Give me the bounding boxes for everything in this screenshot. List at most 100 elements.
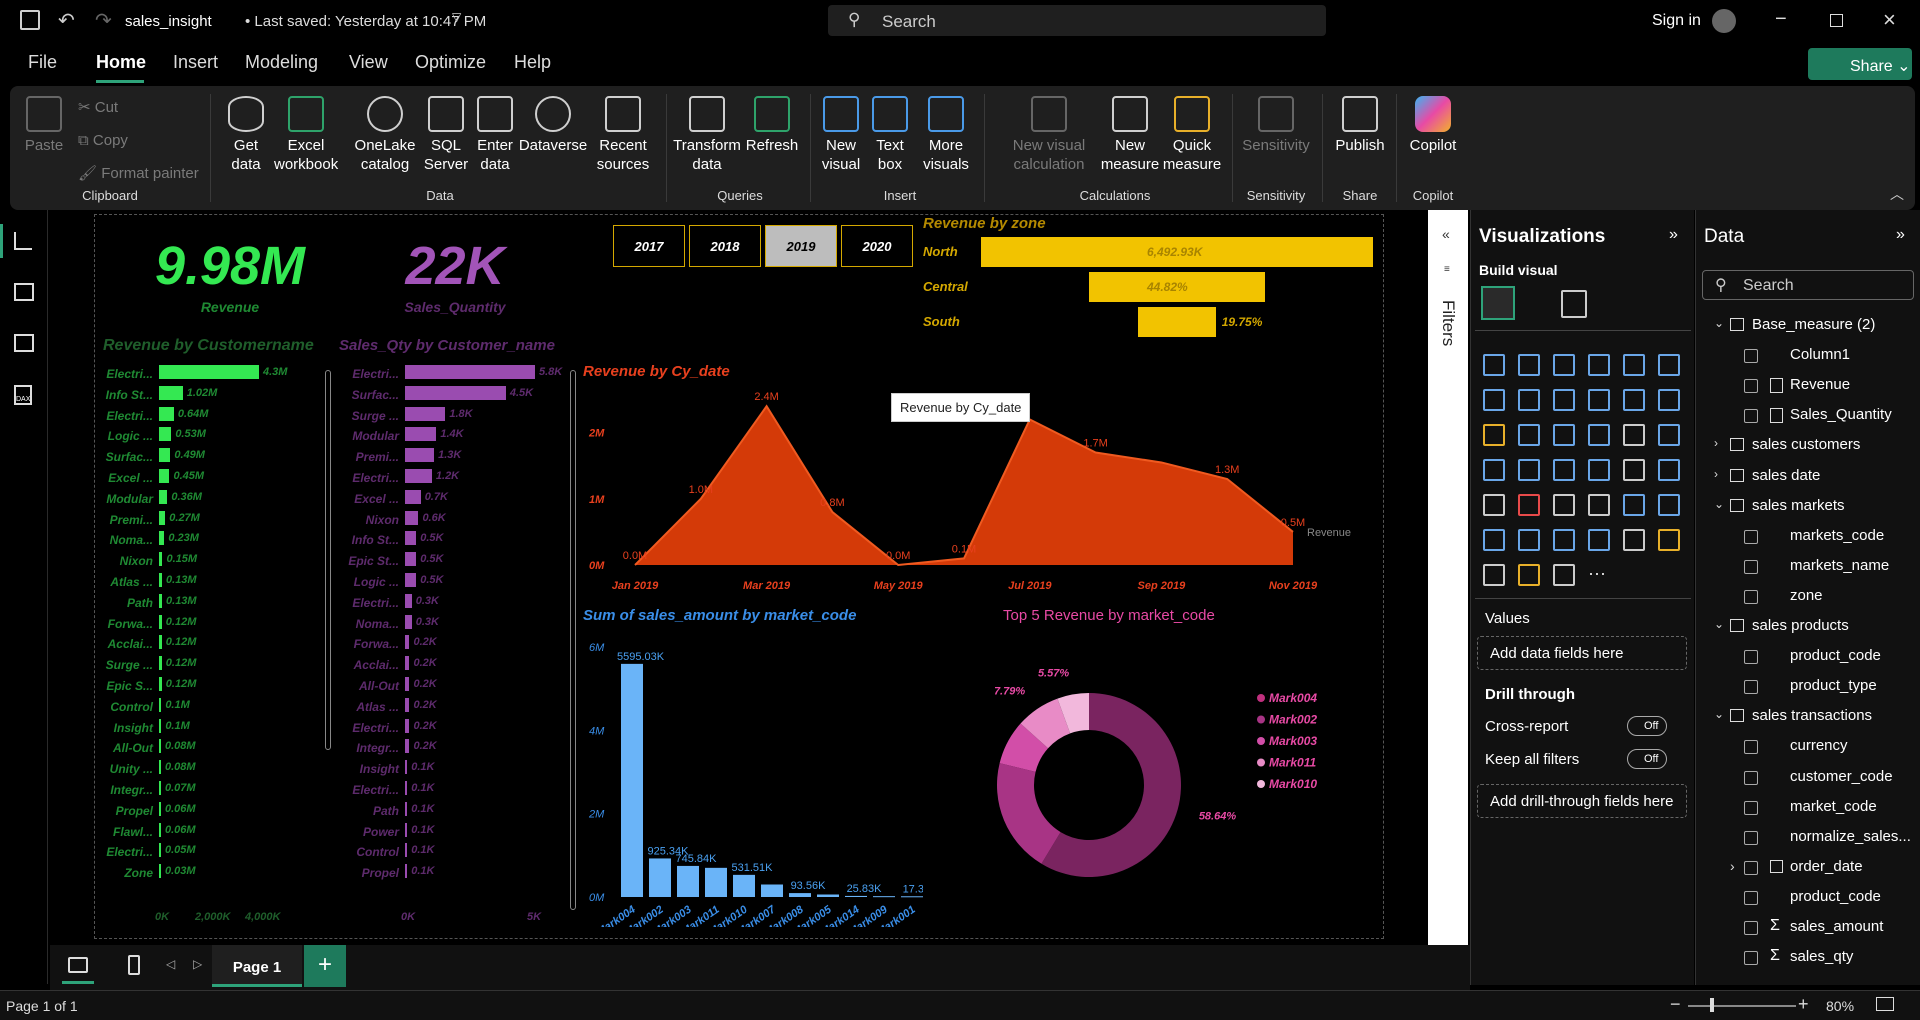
bar[interactable] <box>405 739 410 754</box>
slicer-icon[interactable] <box>1553 494 1575 516</box>
bar[interactable] <box>705 867 727 897</box>
multi-row-card-icon[interactable] <box>1483 494 1505 516</box>
bar[interactable] <box>405 593 412 608</box>
bar[interactable] <box>405 760 408 775</box>
data-field-row[interactable]: Σsales_amount <box>1696 916 1916 942</box>
data-field-row[interactable]: markets_name <box>1696 555 1916 581</box>
add-page-button[interactable]: + <box>304 945 346 987</box>
data-field-row[interactable]: Revenue <box>1696 374 1916 400</box>
bar[interactable] <box>159 614 162 629</box>
menu-help[interactable]: Help <box>514 52 551 73</box>
keep-filters-toggle[interactable]: Off <box>1627 749 1667 769</box>
more-visuals-button[interactable]: More visuals <box>918 96 974 174</box>
bar[interactable] <box>159 406 174 421</box>
data-field-row[interactable]: normalize_sales... <box>1696 826 1916 852</box>
menu-view[interactable]: View <box>349 52 388 73</box>
line-chart-icon[interactable] <box>1483 389 1505 411</box>
fit-to-page-icon[interactable] <box>1876 997 1894 1011</box>
clustered-bar-chart-icon[interactable] <box>1553 354 1575 376</box>
field-checkbox[interactable] <box>1744 800 1758 815</box>
bar[interactable] <box>405 801 408 816</box>
transform-data-button[interactable]: Transform data <box>672 96 742 174</box>
matrix-icon[interactable] <box>1623 494 1645 516</box>
sign-in-link[interactable]: Sign in <box>1652 12 1701 30</box>
card-icon[interactable] <box>1658 459 1680 481</box>
publish-button[interactable]: Publish <box>1328 96 1392 155</box>
bar[interactable] <box>405 552 417 567</box>
zoom-slider[interactable] <box>1688 1005 1796 1007</box>
python-visual-icon[interactable] <box>1483 529 1505 551</box>
copilot-button[interactable]: Copilot <box>1400 96 1466 155</box>
expand-filters-icon[interactable]: « <box>1442 226 1450 242</box>
chevron-down-icon[interactable]: ⌄ <box>1714 316 1724 330</box>
data-field-row[interactable]: Σsales_qty <box>1696 946 1916 972</box>
bar[interactable] <box>873 896 895 898</box>
legend-entry[interactable]: Mark011 <box>1269 756 1316 770</box>
field-checkbox[interactable] <box>1744 559 1758 574</box>
new-visual-calculation-button[interactable]: New visual calculation <box>1004 96 1094 174</box>
undo-icon[interactable]: ↶ <box>58 8 75 33</box>
collapse-ribbon-icon[interactable]: ︿ <box>1890 184 1904 204</box>
redo-icon[interactable]: ↷ <box>95 8 112 33</box>
data-table-row[interactable]: › sales customers <box>1696 434 1916 460</box>
bar[interactable] <box>405 469 432 483</box>
bar[interactable] <box>405 718 410 733</box>
data-field-row[interactable]: › order_date <box>1696 856 1916 882</box>
data-field-row[interactable]: market_code <box>1696 796 1916 822</box>
text-box-button[interactable]: Text box <box>870 96 910 174</box>
copy-button[interactable]: ⧉ Copy <box>78 131 128 150</box>
menu-home[interactable]: Home <box>96 52 146 73</box>
scrollbar[interactable] <box>325 370 331 750</box>
waterfall-icon[interactable] <box>1518 424 1540 446</box>
gauge-icon[interactable] <box>1623 459 1645 481</box>
bar[interactable] <box>405 489 421 504</box>
bar[interactable] <box>405 635 410 650</box>
key-influencers-icon[interactable] <box>1518 529 1540 551</box>
zone-funnel-chart[interactable]: Revenue by zone North 6,492.93K Central 44.… <box>919 215 1379 351</box>
collapse-visualizations-icon[interactable]: » <box>1669 226 1678 244</box>
sales-by-market-chart[interactable]: Sum of sales_amount by market_code 6M 4M 2… <box>583 607 923 927</box>
year-button-2020[interactable]: 2020 <box>841 225 913 267</box>
azure-map-icon[interactable] <box>1588 459 1610 481</box>
sales-quantity-card[interactable]: 22K Sales_Quantity <box>365 235 545 315</box>
data-field-row[interactable]: markets_code <box>1696 525 1916 551</box>
recent-sources-button[interactable]: Recent sources <box>588 96 658 174</box>
legend-entry[interactable]: Mark004 <box>1269 691 1317 705</box>
bar[interactable] <box>159 760 161 775</box>
share-button[interactable]: Share ⌄ <box>1808 48 1912 80</box>
more-visuals-icon[interactable]: ⋯ <box>1588 564 1606 585</box>
format-visual-icon[interactable] <box>1561 290 1587 318</box>
drill-through-drop-zone[interactable]: Add drill-through fields here <box>1477 784 1687 818</box>
field-checkbox[interactable] <box>1744 379 1758 394</box>
bar[interactable] <box>677 865 699 897</box>
table-visual-icon[interactable] <box>1588 494 1610 516</box>
funnel-icon[interactable] <box>1553 424 1575 446</box>
avatar[interactable] <box>1712 9 1736 33</box>
onelake-button[interactable]: OneLake catalog <box>350 96 420 174</box>
chevron-down-icon[interactable]: ⌄ <box>1714 497 1724 511</box>
treemap-icon[interactable] <box>1483 459 1505 481</box>
chevron-down-icon[interactable]: ⌄ <box>1714 707 1724 721</box>
bar[interactable] <box>159 489 168 504</box>
scrollbar[interactable] <box>570 370 576 910</box>
smart-narrative-icon[interactable] <box>1623 529 1645 551</box>
excel-workbook-button[interactable]: Excel workbook <box>274 96 338 174</box>
menu-insert[interactable]: Insert <box>173 52 218 73</box>
chevron-right-icon[interactable]: › <box>1714 467 1718 481</box>
page-tab-page-1[interactable]: Page 1 <box>212 945 302 987</box>
power-automate-icon[interactable] <box>1553 564 1575 586</box>
data-field-row[interactable]: product_type <box>1696 675 1916 701</box>
stacked-column-chart-icon[interactable] <box>1518 354 1540 376</box>
bar[interactable] <box>159 510 166 525</box>
dataverse-button[interactable]: Dataverse <box>518 96 588 155</box>
bar[interactable] <box>159 781 161 795</box>
paste-button[interactable]: Paste <box>24 96 64 155</box>
bar[interactable] <box>405 385 506 400</box>
bar[interactable] <box>159 385 183 400</box>
data-field-row[interactable]: currency <box>1696 735 1916 761</box>
get-data-button[interactable]: Get data <box>218 96 274 174</box>
waterfall-chart-icon[interactable] <box>1623 389 1645 411</box>
build-visual-icon[interactable] <box>1481 286 1515 320</box>
bar[interactable] <box>901 896 923 898</box>
refresh-button[interactable]: Refresh <box>742 96 802 155</box>
